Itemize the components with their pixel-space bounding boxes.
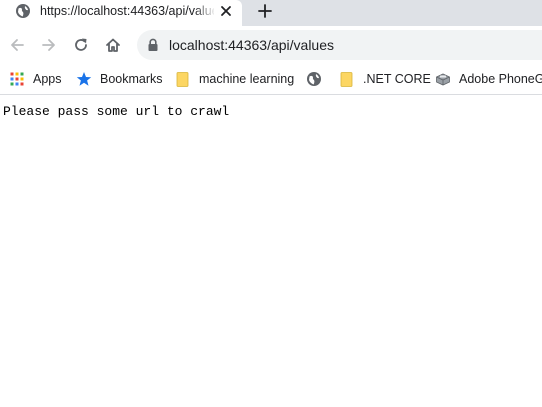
bookmark-label: Adobe PhoneGap: [459, 72, 542, 86]
active-tab[interactable]: https://localhost:44363/api/values: [0, 0, 242, 26]
lock-icon[interactable]: [147, 38, 159, 52]
bookmark-label: Bookmarks: [100, 72, 163, 86]
page-content: Please pass some url to crawl: [0, 95, 542, 407]
globe-icon: [16, 4, 30, 18]
bookmark-label: Apps: [33, 72, 62, 86]
reload-icon[interactable]: [72, 36, 90, 54]
bookmark-label: machine learning: [199, 72, 295, 86]
folder-icon: [176, 72, 189, 87]
folder-icon: [340, 72, 353, 87]
apps-grid-icon: [10, 72, 24, 86]
browser-window: https://localhost:44363/api/values local…: [0, 0, 542, 407]
bookmark-label: .NET CORE: [363, 72, 431, 86]
home-icon[interactable]: [104, 36, 122, 54]
tab-title: https://localhost:44363/api/values: [40, 4, 214, 18]
response-text: Please pass some url to crawl: [3, 104, 230, 119]
tab-strip: https://localhost:44363/api/values: [0, 0, 542, 26]
phonegap-icon: [436, 73, 450, 86]
tab-title-fade: [194, 0, 216, 24]
url-text[interactable]: localhost:44363/api/values: [169, 37, 334, 53]
globe-icon: [307, 72, 321, 86]
toolbar: localhost:44363/api/values: [0, 26, 542, 64]
back-arrow-icon[interactable]: [8, 36, 26, 54]
forward-arrow-icon[interactable]: [40, 36, 58, 54]
close-icon[interactable]: [218, 3, 234, 19]
address-bar[interactable]: localhost:44363/api/values: [137, 30, 542, 60]
star-icon: [76, 72, 92, 86]
new-tab-plus-icon[interactable]: [256, 2, 274, 20]
bookmarks-bar: Apps Bookmarks machine learning .NET COR…: [0, 64, 542, 95]
